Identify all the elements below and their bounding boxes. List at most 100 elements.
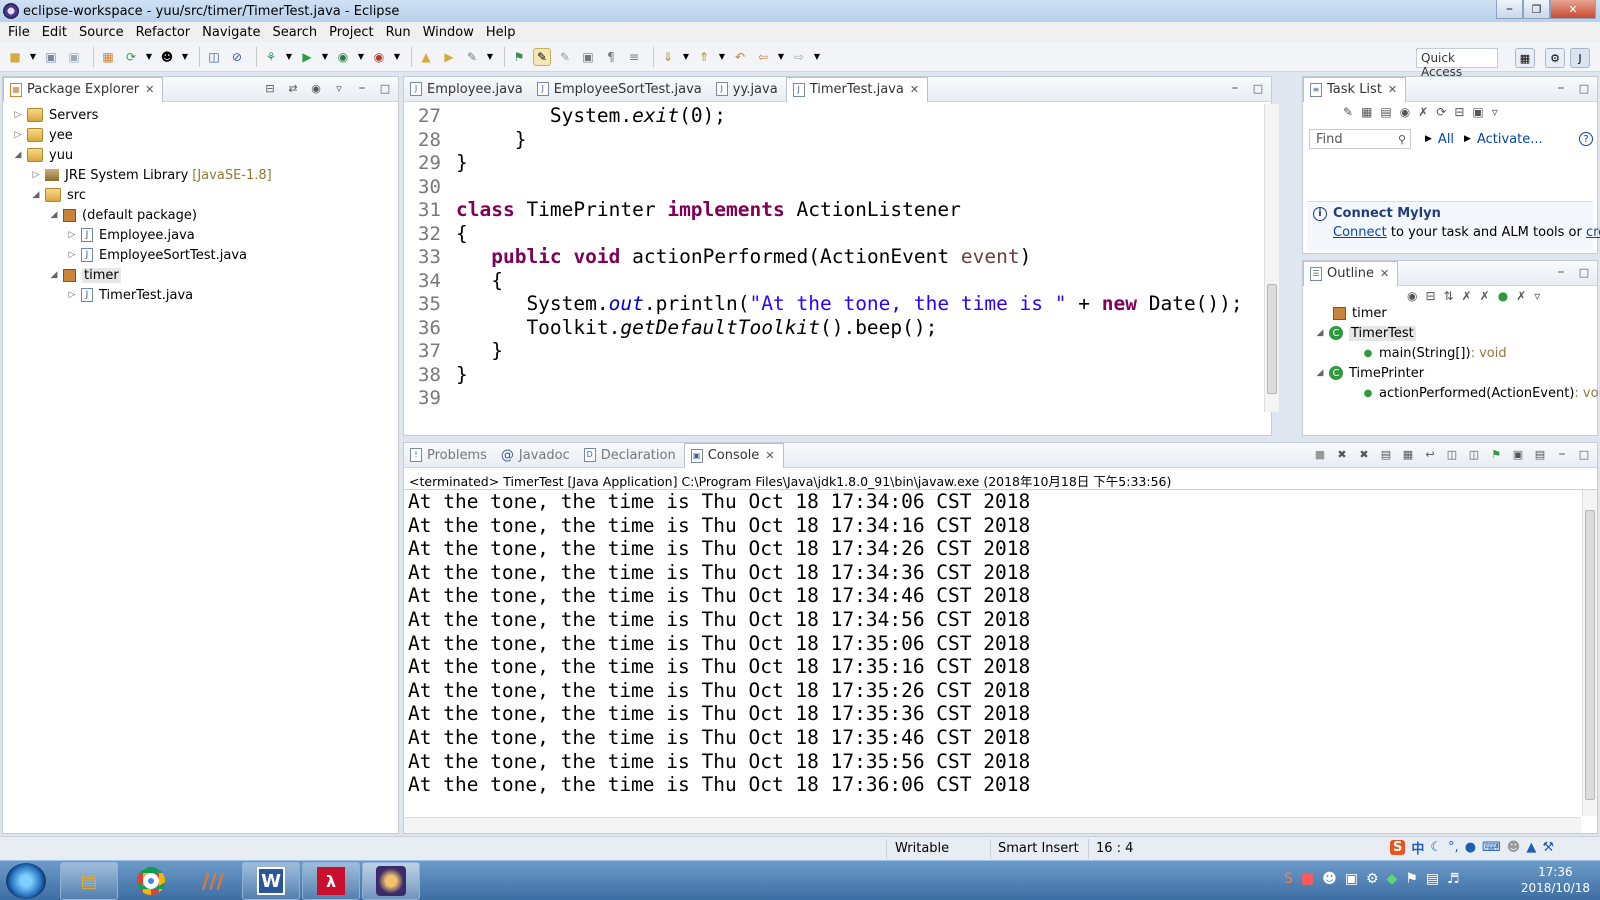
ime-tools-icon[interactable]: ⚒ xyxy=(1542,840,1554,855)
remove-all-icon[interactable]: ✖ xyxy=(1357,447,1371,461)
maximize-view-icon[interactable]: □ xyxy=(1251,81,1265,95)
expand-arrow-icon[interactable]: ▷ xyxy=(67,250,77,260)
menu-navigate[interactable]: Navigate xyxy=(198,25,268,40)
run-icon[interactable]: ▶ xyxy=(298,48,316,66)
acrobat-tray-icon[interactable]: ■ xyxy=(1301,871,1314,887)
menu-refactor[interactable]: Refactor xyxy=(132,25,199,40)
debug-icon[interactable]: ⚘ xyxy=(262,48,280,66)
task-find-input[interactable]: Find ⚲ xyxy=(1309,129,1411,149)
minimize-view-icon[interactable]: ⎯ xyxy=(355,81,369,95)
view-menu-icon[interactable]: ▿ xyxy=(1492,105,1498,119)
outline-item-main[interactable]: ● main(String[]) : void xyxy=(1363,343,1507,363)
expand-arrow-icon[interactable]: ▷ xyxy=(13,130,23,140)
collapse-arrow-icon[interactable]: ◢ xyxy=(1315,368,1325,378)
ime-user-icon[interactable]: ☻ xyxy=(1507,840,1521,855)
ime-skin-icon[interactable]: ▲ xyxy=(1526,840,1536,855)
minimize-view-icon[interactable]: ⎯ xyxy=(1555,447,1569,461)
pin-icon[interactable]: ⚑ xyxy=(510,48,528,66)
security-tray-icon[interactable]: ◆ xyxy=(1387,871,1398,887)
qq-tray-icon[interactable]: ☻ xyxy=(1322,871,1337,887)
menu-source[interactable]: Source xyxy=(75,25,132,40)
hide-local-types-icon[interactable]: ✗ xyxy=(1516,289,1526,303)
remove-launch-icon[interactable]: ✖ xyxy=(1335,447,1349,461)
expand-arrow-icon[interactable]: ▷ xyxy=(67,290,77,300)
highlight-icon[interactable]: ✎ xyxy=(556,48,574,66)
pin-console-icon[interactable]: ⚑ xyxy=(1489,447,1503,461)
collapse-arrow-icon[interactable]: ◢ xyxy=(1315,328,1325,338)
coverage-icon[interactable]: ◉ xyxy=(334,48,352,66)
collapse-all-icon[interactable]: ⊟ xyxy=(1425,289,1435,303)
maximize-view-icon[interactable]: □ xyxy=(1577,447,1591,461)
close-tab-icon[interactable]: ✕ xyxy=(1380,267,1389,280)
search-dropdown-icon[interactable]: ▼ xyxy=(486,48,494,66)
scroll-thumb[interactable] xyxy=(1585,510,1595,800)
tree-item-src[interactable]: ◢ src xyxy=(31,185,86,205)
coverage-dropdown-icon[interactable]: ▼ xyxy=(357,48,365,66)
maximize-view-icon[interactable]: □ xyxy=(1577,265,1591,279)
taskbar-explorer[interactable]: ▤ xyxy=(60,862,118,900)
tab-package-explorer[interactable]: ▦ Package Explorer ✕ xyxy=(3,76,164,102)
close-button[interactable]: ✕ xyxy=(1550,0,1596,19)
forward-icon[interactable]: ⇨ xyxy=(790,48,808,66)
maximize-view-icon[interactable]: □ xyxy=(1577,81,1591,95)
ime-mic-icon[interactable]: ● xyxy=(1465,840,1476,855)
scroll-thumb[interactable] xyxy=(1267,284,1277,394)
minimize-view-icon[interactable]: ⎯ xyxy=(1554,81,1568,95)
run-dropdown-icon[interactable]: ▼ xyxy=(321,48,329,66)
close-tab-icon[interactable]: ✕ xyxy=(145,83,154,96)
hide-static-icon[interactable]: ✗ xyxy=(1480,289,1490,303)
collapse-arrow-icon[interactable]: ◢ xyxy=(49,210,59,220)
user-dropdown-icon[interactable]: ▼ xyxy=(181,48,189,66)
save-icon[interactable]: ▣ xyxy=(42,48,60,66)
menu-file[interactable]: File xyxy=(4,25,38,40)
tab-timertest[interactable]: J TimerTest.java ✕ xyxy=(785,76,929,102)
search-tool-icon[interactable]: ✎ xyxy=(463,48,481,66)
show-whitespace-icon[interactable]: ¶ xyxy=(602,48,620,66)
package-icon[interactable]: ▦ xyxy=(99,48,117,66)
taskbar-acrobat[interactable]: λ xyxy=(302,862,360,900)
tab-task-list[interactable]: ≡ Task List ✕ xyxy=(1303,76,1407,102)
next-annotation-dropdown-icon[interactable]: ▼ xyxy=(682,48,690,66)
menu-edit[interactable]: Edit xyxy=(38,25,75,40)
create-link[interactable]: create xyxy=(1586,225,1600,240)
tree-item-employee-sort[interactable]: ▷ J EmployeeSortTest.java xyxy=(67,245,247,265)
minimize-button[interactable]: ⎯ xyxy=(1496,0,1523,19)
usb-tray-icon[interactable]: ▣ xyxy=(1345,871,1358,887)
ime-keyboard-icon[interactable]: ⌨ xyxy=(1482,840,1501,855)
menu-help[interactable]: Help xyxy=(482,25,524,40)
tab-employee-sort[interactable]: J EmployeeSortTest.java xyxy=(531,77,710,102)
close-tab-icon[interactable]: ✕ xyxy=(765,449,774,462)
focus-icon[interactable]: ◉ xyxy=(1407,289,1417,303)
hide-fields-icon[interactable]: ✗ xyxy=(1462,289,1472,303)
open-type-icon[interactable]: ▲ xyxy=(417,48,435,66)
menu-run[interactable]: Run xyxy=(382,25,419,40)
volume-tray-icon[interactable]: ♬ xyxy=(1447,871,1460,887)
network-tray-icon[interactable]: ▤ xyxy=(1426,871,1439,887)
skip-breakpoints-icon[interactable]: ⊘ xyxy=(228,48,246,66)
display-console-icon[interactable]: ▣ xyxy=(1511,447,1525,461)
outline-item-timeprinter[interactable]: ◢ C TimePrinter xyxy=(1315,363,1425,383)
prev-annotation-icon[interactable]: ⇑ xyxy=(695,48,713,66)
tab-declaration[interactable]: D Declaration xyxy=(578,443,684,468)
scroll-lock-icon[interactable]: ▦ xyxy=(1401,447,1415,461)
sogou-tray-icon[interactable]: S xyxy=(1284,871,1293,887)
flag-tray-icon[interactable]: ⚑ xyxy=(1405,871,1418,887)
open-folder-icon[interactable]: ▶ xyxy=(440,48,458,66)
tab-console[interactable]: ▣ Console ✕ xyxy=(683,442,784,468)
external-tools-icon[interactable]: ◉ xyxy=(370,48,388,66)
link-editor-icon[interactable]: ⇄ xyxy=(286,81,300,95)
user-icon[interactable]: ☻ xyxy=(158,48,176,66)
repository-icon[interactable]: ▣ xyxy=(1472,105,1483,119)
save-all-icon[interactable]: ▣ xyxy=(65,48,83,66)
tab-employee[interactable]: J Employee.java xyxy=(404,77,531,102)
tree-item-yee[interactable]: ▷ yee xyxy=(13,125,73,145)
maximize-view-icon[interactable]: □ xyxy=(378,81,392,95)
tree-item-timertest[interactable]: ▷ J TimerTest.java xyxy=(67,285,194,305)
expand-arrow-icon[interactable]: ▷ xyxy=(67,230,77,240)
help-icon[interactable]: ? xyxy=(1579,132,1593,146)
quick-access-input[interactable]: Quick Access xyxy=(1416,48,1498,79)
forward-dropdown-icon[interactable]: ▼ xyxy=(813,48,821,66)
debug-dropdown-icon[interactable]: ▼ xyxy=(285,48,293,66)
format-icon[interactable]: ≡ xyxy=(625,48,643,66)
taskbar-eclipse[interactable] xyxy=(362,862,420,900)
